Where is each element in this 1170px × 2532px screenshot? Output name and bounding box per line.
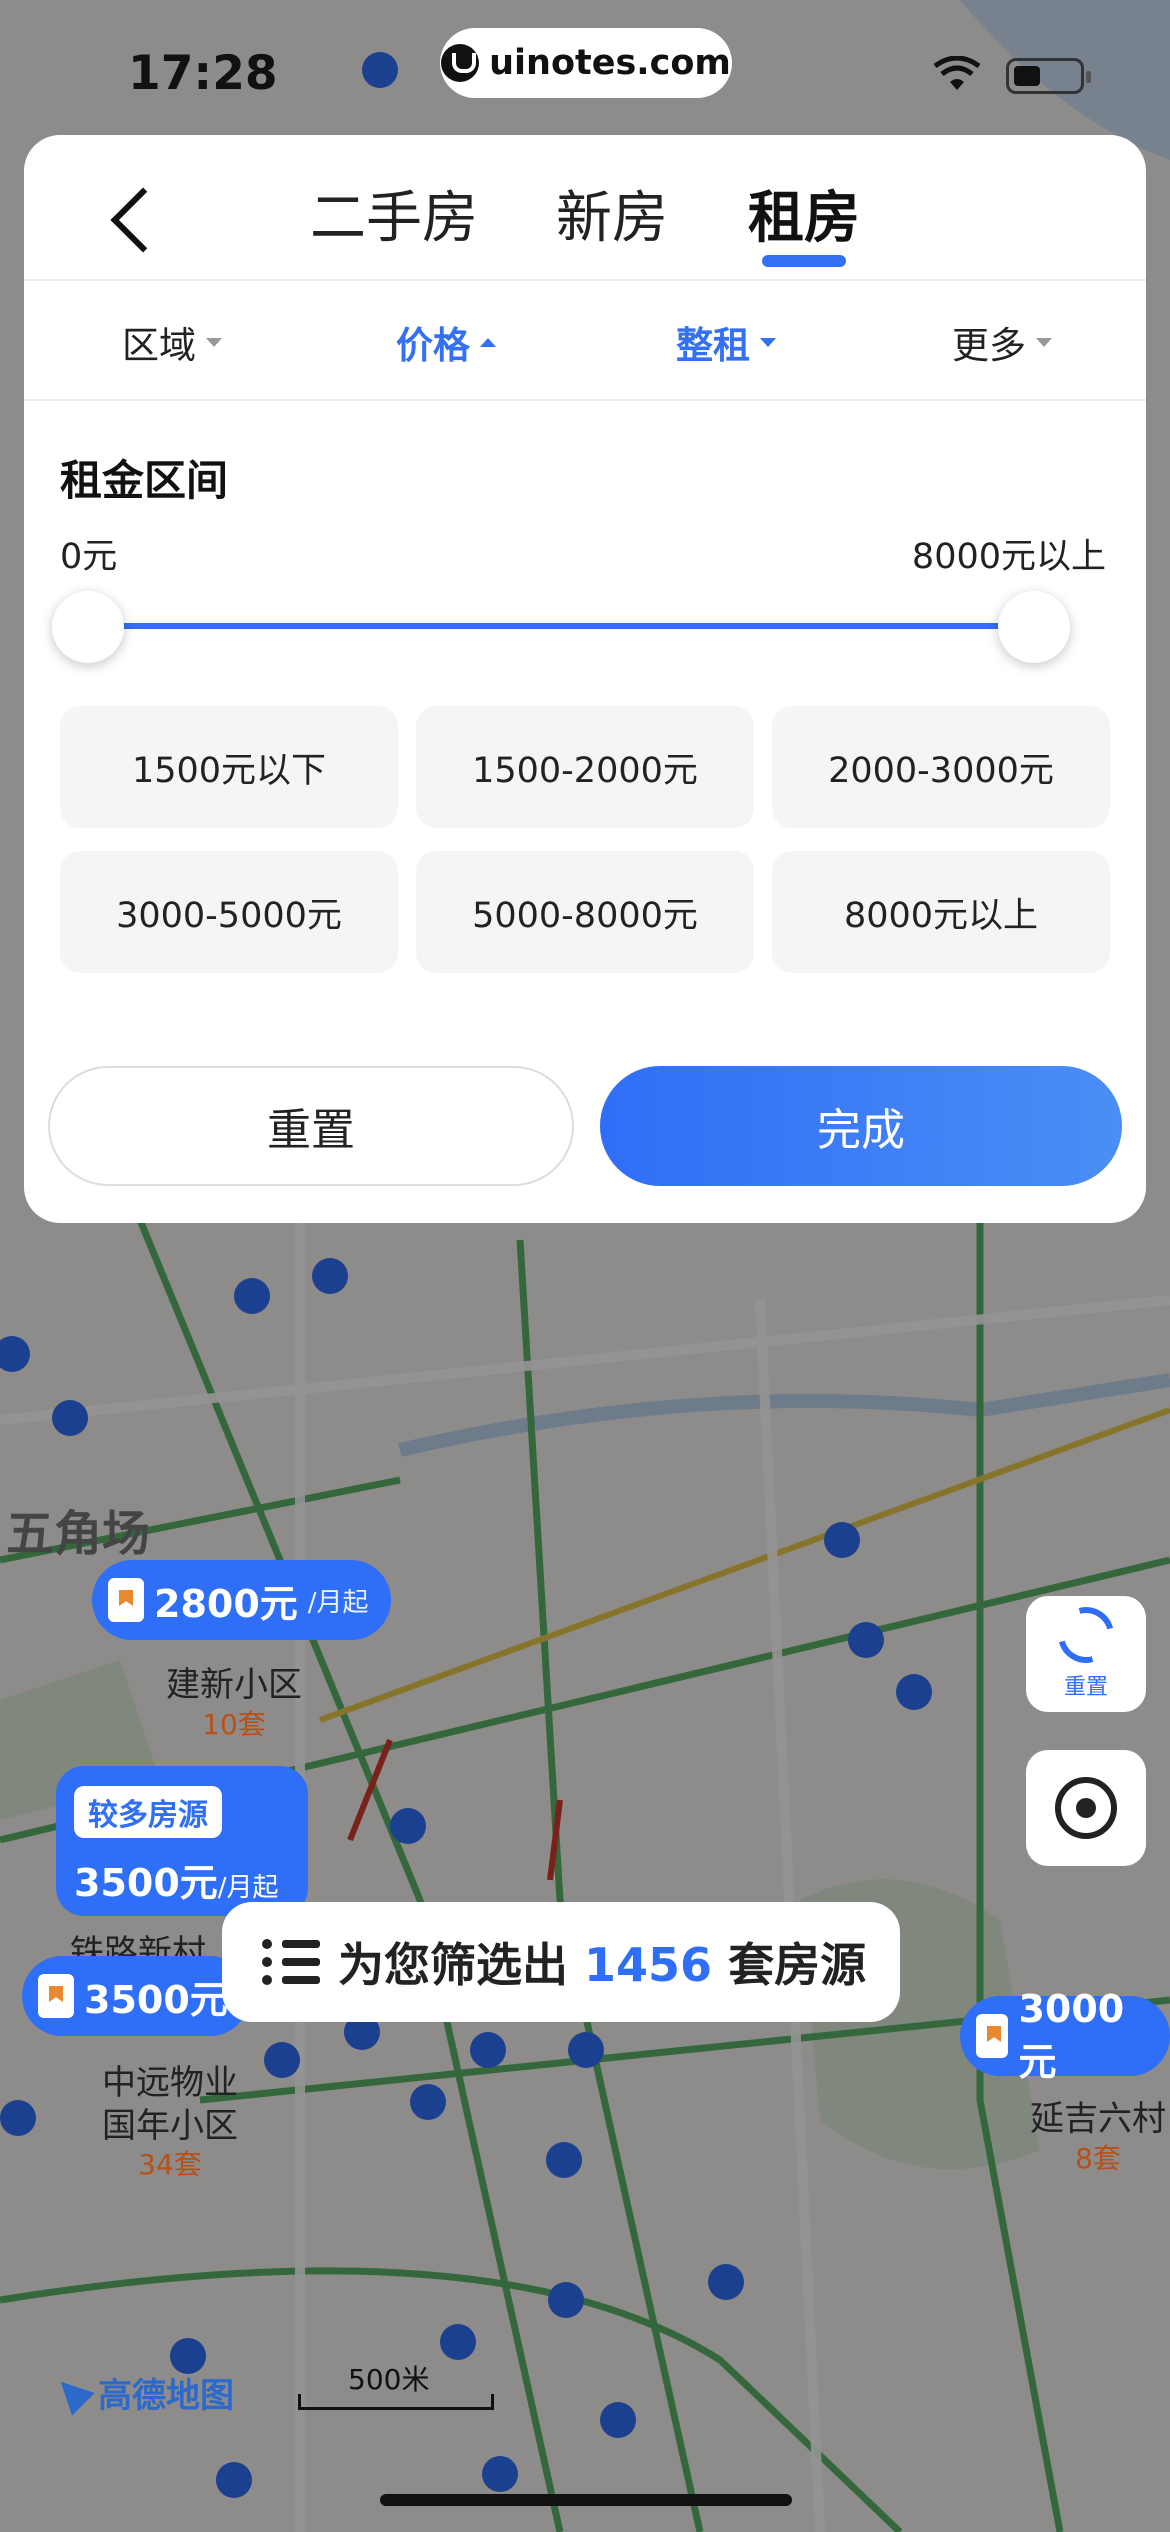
bookmark-tag-icon bbox=[38, 1974, 74, 2018]
summary-count: 1456 bbox=[584, 1938, 713, 1992]
result-summary[interactable]: 为您筛选出 1456 套房源 bbox=[222, 1902, 900, 2022]
chevron-up-icon bbox=[480, 337, 496, 347]
status-time: 17:28 bbox=[128, 46, 278, 101]
listing-price-unit: /月起 bbox=[217, 1873, 279, 1903]
done-button[interactable]: 完成 bbox=[600, 1066, 1122, 1186]
locate-icon bbox=[1055, 1777, 1117, 1839]
list-icon bbox=[262, 1937, 320, 1987]
reset-button[interactable]: 重置 bbox=[48, 1066, 574, 1186]
price-chip[interactable]: 3000-5000元 bbox=[60, 851, 398, 973]
listing-price-value: 3500元 bbox=[74, 1861, 218, 1905]
range-min-label: 0元 bbox=[60, 537, 118, 577]
listing-name: 建新小区 bbox=[166, 1665, 302, 1705]
listing-count: 34套 bbox=[138, 2148, 202, 2181]
listing-price-bubble[interactable]: 2800元 /月起 bbox=[92, 1560, 391, 1640]
battery-icon bbox=[1006, 58, 1091, 94]
listing-price: 3500元/月起 bbox=[74, 1852, 290, 1907]
price-chip[interactable]: 1500元以下 bbox=[60, 706, 398, 828]
price-chip[interactable]: 5000-8000元 bbox=[416, 851, 754, 973]
filter-rent-type-label: 整租 bbox=[676, 324, 750, 367]
listing-name: 延吉六村 bbox=[1030, 2099, 1166, 2139]
back-arrow-icon[interactable] bbox=[100, 179, 160, 259]
listing-price-bubble[interactable]: 3000元 bbox=[960, 1987, 1170, 2084]
listing-price: 3500元 bbox=[84, 1977, 228, 2022]
summary-suffix: 套房源 bbox=[728, 1938, 867, 1992]
price-slider-max-handle[interactable] bbox=[998, 591, 1070, 663]
watermark-text: uinotes.com bbox=[489, 43, 731, 83]
filter-more[interactable]: 更多 bbox=[952, 315, 1052, 369]
chevron-down-icon bbox=[206, 337, 222, 347]
refresh-icon bbox=[1047, 1596, 1125, 1674]
amap-logo-text: 高德地图 bbox=[98, 2376, 234, 2416]
listing-name-label: 建新小区 10套 bbox=[166, 1664, 302, 1742]
scale-bar bbox=[298, 2394, 494, 2410]
filter-more-label: 更多 bbox=[952, 324, 1026, 367]
filter-price-label: 价格 bbox=[396, 324, 470, 367]
scale-label: 500米 bbox=[348, 2363, 430, 2396]
price-chip[interactable]: 2000-3000元 bbox=[772, 706, 1110, 828]
price-slider-min-handle[interactable] bbox=[52, 591, 124, 663]
chevron-down-icon bbox=[1036, 337, 1052, 347]
chevron-down-icon bbox=[760, 337, 776, 347]
locate-button[interactable] bbox=[1026, 1750, 1146, 1866]
amap-arrow-icon bbox=[49, 2369, 95, 2416]
divider bbox=[24, 279, 1146, 281]
listing-price-bubble[interactable]: 3500元 bbox=[22, 1956, 250, 2036]
district-label: 五角场 bbox=[6, 1506, 151, 1562]
bookmark-tag-icon bbox=[976, 2014, 1009, 2058]
wifi-icon bbox=[933, 56, 981, 90]
range-max-label: 8000元以上 bbox=[911, 537, 1106, 577]
tab-rental[interactable]: 租房 bbox=[748, 173, 860, 254]
summary-prefix: 为您筛选出 bbox=[338, 1938, 568, 1992]
many-listings-badge: 较多房源 bbox=[74, 1786, 222, 1838]
filter-area[interactable]: 区域 bbox=[122, 315, 222, 369]
watermark-logo-icon bbox=[441, 44, 480, 82]
map-reset-button[interactable]: 重置 bbox=[1026, 1596, 1146, 1712]
amap-logo: 高德地图 bbox=[49, 2368, 234, 2417]
active-tab-indicator bbox=[762, 255, 846, 267]
price-slider-track[interactable] bbox=[88, 623, 1038, 629]
rent-range-title: 租金区间 bbox=[60, 456, 229, 505]
filter-price[interactable]: 价格 bbox=[396, 315, 496, 369]
price-chip[interactable]: 8000元以上 bbox=[772, 851, 1110, 973]
filter-rent-type[interactable]: 整租 bbox=[676, 315, 776, 369]
bookmark-tag-icon bbox=[108, 1578, 144, 1622]
listing-name-label: 延吉六村 8套 bbox=[1030, 2098, 1166, 2176]
filter-panel: 二手房 新房 租房 区域 价格 整租 更多 租金区间 0元 8000元以上 15… bbox=[24, 135, 1146, 1223]
listing-name: 中远物业国年小区 bbox=[102, 2063, 238, 2146]
listing-price-bubble-many[interactable]: 较多房源 3500元/月起 bbox=[56, 1766, 308, 1916]
home-indicator[interactable] bbox=[380, 2494, 792, 2506]
listing-count: 8套 bbox=[1075, 2141, 1121, 2175]
listing-name-label: 中远物业国年小区 34套 bbox=[90, 2062, 250, 2182]
price-chip[interactable]: 1500-2000元 bbox=[416, 706, 754, 828]
listing-price: 2800元 bbox=[154, 1581, 298, 1626]
listing-count: 10套 bbox=[202, 1707, 266, 1741]
watermark: uinotes.com bbox=[440, 28, 732, 98]
tab-new-house[interactable]: 新房 bbox=[556, 173, 668, 254]
filter-area-label: 区域 bbox=[122, 324, 196, 367]
summary-text: 为您筛选出 1456 套房源 bbox=[338, 1929, 866, 1995]
listing-price: 3000元 bbox=[1018, 1986, 1125, 2084]
map-reset-label: 重置 bbox=[1063, 1675, 1108, 1700]
listing-price-unit: /月起 bbox=[307, 1587, 369, 1618]
divider bbox=[24, 399, 1146, 401]
tab-second-hand[interactable]: 二手房 bbox=[310, 173, 478, 254]
